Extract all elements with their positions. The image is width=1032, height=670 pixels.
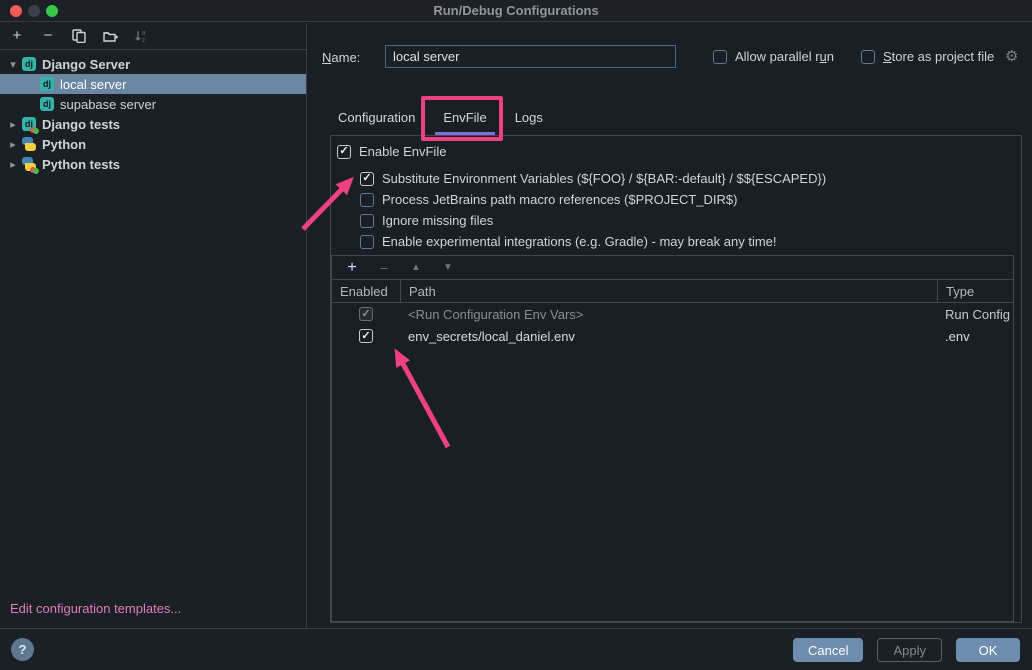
column-header-type[interactable]: Type: [937, 280, 1013, 302]
move-up-icon[interactable]: ▲: [408, 261, 424, 275]
tree-item-local-server[interactable]: dj local server: [0, 74, 306, 94]
checkbox[interactable]: ✓: [360, 193, 374, 207]
tab-configuration[interactable]: Configuration: [330, 103, 423, 135]
django-icon: dj: [40, 97, 54, 111]
chevron-right-icon[interactable]: ▸: [6, 158, 20, 171]
django-icon: dj: [40, 77, 54, 91]
chevron-right-icon[interactable]: ▸: [6, 138, 20, 151]
tree-item-supabase-server[interactable]: dj supabase server: [0, 94, 306, 114]
name-label: Name:: [322, 50, 360, 65]
remove-env-file-icon[interactable]: −: [376, 261, 392, 275]
tree-item-django-tests[interactable]: ▸ dj Django tests: [0, 114, 306, 134]
ignore-missing-files-checkbox[interactable]: ✓ Ignore missing files: [360, 210, 1021, 231]
tab-bar: Configuration EnvFile Logs: [330, 103, 551, 135]
add-configuration-icon[interactable]: +: [9, 29, 25, 43]
tree-item-python-tests[interactable]: ▸ Python tests: [0, 154, 306, 174]
checkbox[interactable]: ✓: [360, 172, 374, 186]
tree-item-django-server[interactable]: ▾ dj Django Server: [0, 54, 306, 74]
sort-configurations-icon[interactable]: az: [133, 29, 149, 43]
allow-parallel-run-checkbox[interactable]: ✓ Allow parallel run: [713, 49, 834, 64]
help-icon[interactable]: ?: [11, 638, 34, 661]
svg-text:a: a: [142, 31, 146, 37]
add-env-file-icon[interactable]: +: [344, 261, 360, 275]
table-row[interactable]: ✓ <Run Configuration Env Vars> Run Confi…: [332, 303, 1013, 325]
cancel-button[interactable]: Cancel: [793, 638, 863, 662]
checkbox[interactable]: ✓: [360, 235, 374, 249]
django-tests-icon: dj: [22, 117, 36, 131]
svg-text:z: z: [142, 38, 145, 43]
chevron-right-icon[interactable]: ▸: [6, 118, 20, 131]
gear-icon[interactable]: ⚙: [1005, 47, 1018, 65]
move-down-icon[interactable]: ▼: [440, 261, 456, 275]
dialog-footer: ? Cancel Apply OK: [0, 628, 1032, 670]
remove-configuration-icon[interactable]: −: [40, 29, 56, 43]
checkbox[interactable]: ✓: [360, 214, 374, 228]
configuration-tree: ▾ dj Django Server dj local server dj su…: [0, 50, 306, 174]
enable-envfile-checkbox[interactable]: ✓ Enable EnvFile: [337, 141, 1021, 162]
configurations-sidebar: + − az ▾ dj Django Server dj local serve…: [0, 23, 307, 628]
env-row-path: env_secrets/local_daniel.env: [400, 329, 937, 344]
column-header-enabled[interactable]: Enabled: [332, 280, 400, 302]
experimental-integrations-checkbox[interactable]: ✓ Enable experimental integrations (e.g.…: [360, 231, 1021, 252]
python-tests-icon: [22, 157, 36, 171]
minimize-window-icon[interactable]: [28, 5, 40, 17]
column-header-path[interactable]: Path: [400, 280, 937, 302]
django-icon: dj: [22, 57, 36, 71]
checkbox: ✓: [359, 307, 373, 321]
tab-envfile[interactable]: EnvFile: [435, 103, 494, 135]
tab-logs[interactable]: Logs: [507, 103, 551, 135]
ok-button[interactable]: OK: [956, 638, 1020, 662]
process-path-macros-checkbox[interactable]: ✓ Process JetBrains path macro reference…: [360, 189, 1021, 210]
checkbox[interactable]: ✓: [861, 50, 875, 64]
env-row-type: .env: [937, 329, 1013, 344]
sidebar-toolbar: + − az: [0, 23, 306, 50]
copy-configuration-icon[interactable]: [71, 29, 87, 43]
close-window-icon[interactable]: [10, 5, 22, 17]
name-input[interactable]: [385, 45, 676, 68]
chevron-down-icon[interactable]: ▾: [6, 58, 20, 71]
dialog-title: Run/Debug Configurations: [433, 3, 598, 18]
table-toolbar: + − ▲ ▼: [332, 256, 1013, 280]
zoom-window-icon[interactable]: [46, 5, 58, 17]
envfile-panel: ✓ Enable EnvFile ✓ Substitute Environmen…: [330, 135, 1022, 623]
traffic-lights: [10, 5, 58, 17]
python-icon: [22, 137, 36, 151]
envfile-table: + − ▲ ▼ Enabled Path Type ✓ <Run Configu…: [331, 255, 1014, 622]
tree-item-python[interactable]: ▸ Python: [0, 134, 306, 154]
table-header: Enabled Path Type: [332, 280, 1013, 303]
substitute-env-vars-checkbox[interactable]: ✓ Substitute Environment Variables (${FO…: [360, 168, 1021, 189]
checkbox[interactable]: ✓: [713, 50, 727, 64]
new-folder-icon[interactable]: [102, 30, 118, 43]
dialog-titlebar: Run/Debug Configurations: [0, 0, 1032, 22]
edit-configuration-templates-link[interactable]: Edit configuration templates...: [10, 601, 181, 616]
store-as-project-file-checkbox[interactable]: ✓ Store as project file: [861, 49, 994, 64]
env-row-path: <Run Configuration Env Vars>: [400, 307, 937, 322]
checkbox[interactable]: ✓: [359, 329, 373, 343]
checkbox[interactable]: ✓: [337, 145, 351, 159]
apply-button[interactable]: Apply: [877, 638, 942, 662]
env-row-type: Run Config: [937, 307, 1013, 322]
table-row[interactable]: ✓ env_secrets/local_daniel.env .env: [332, 325, 1013, 347]
